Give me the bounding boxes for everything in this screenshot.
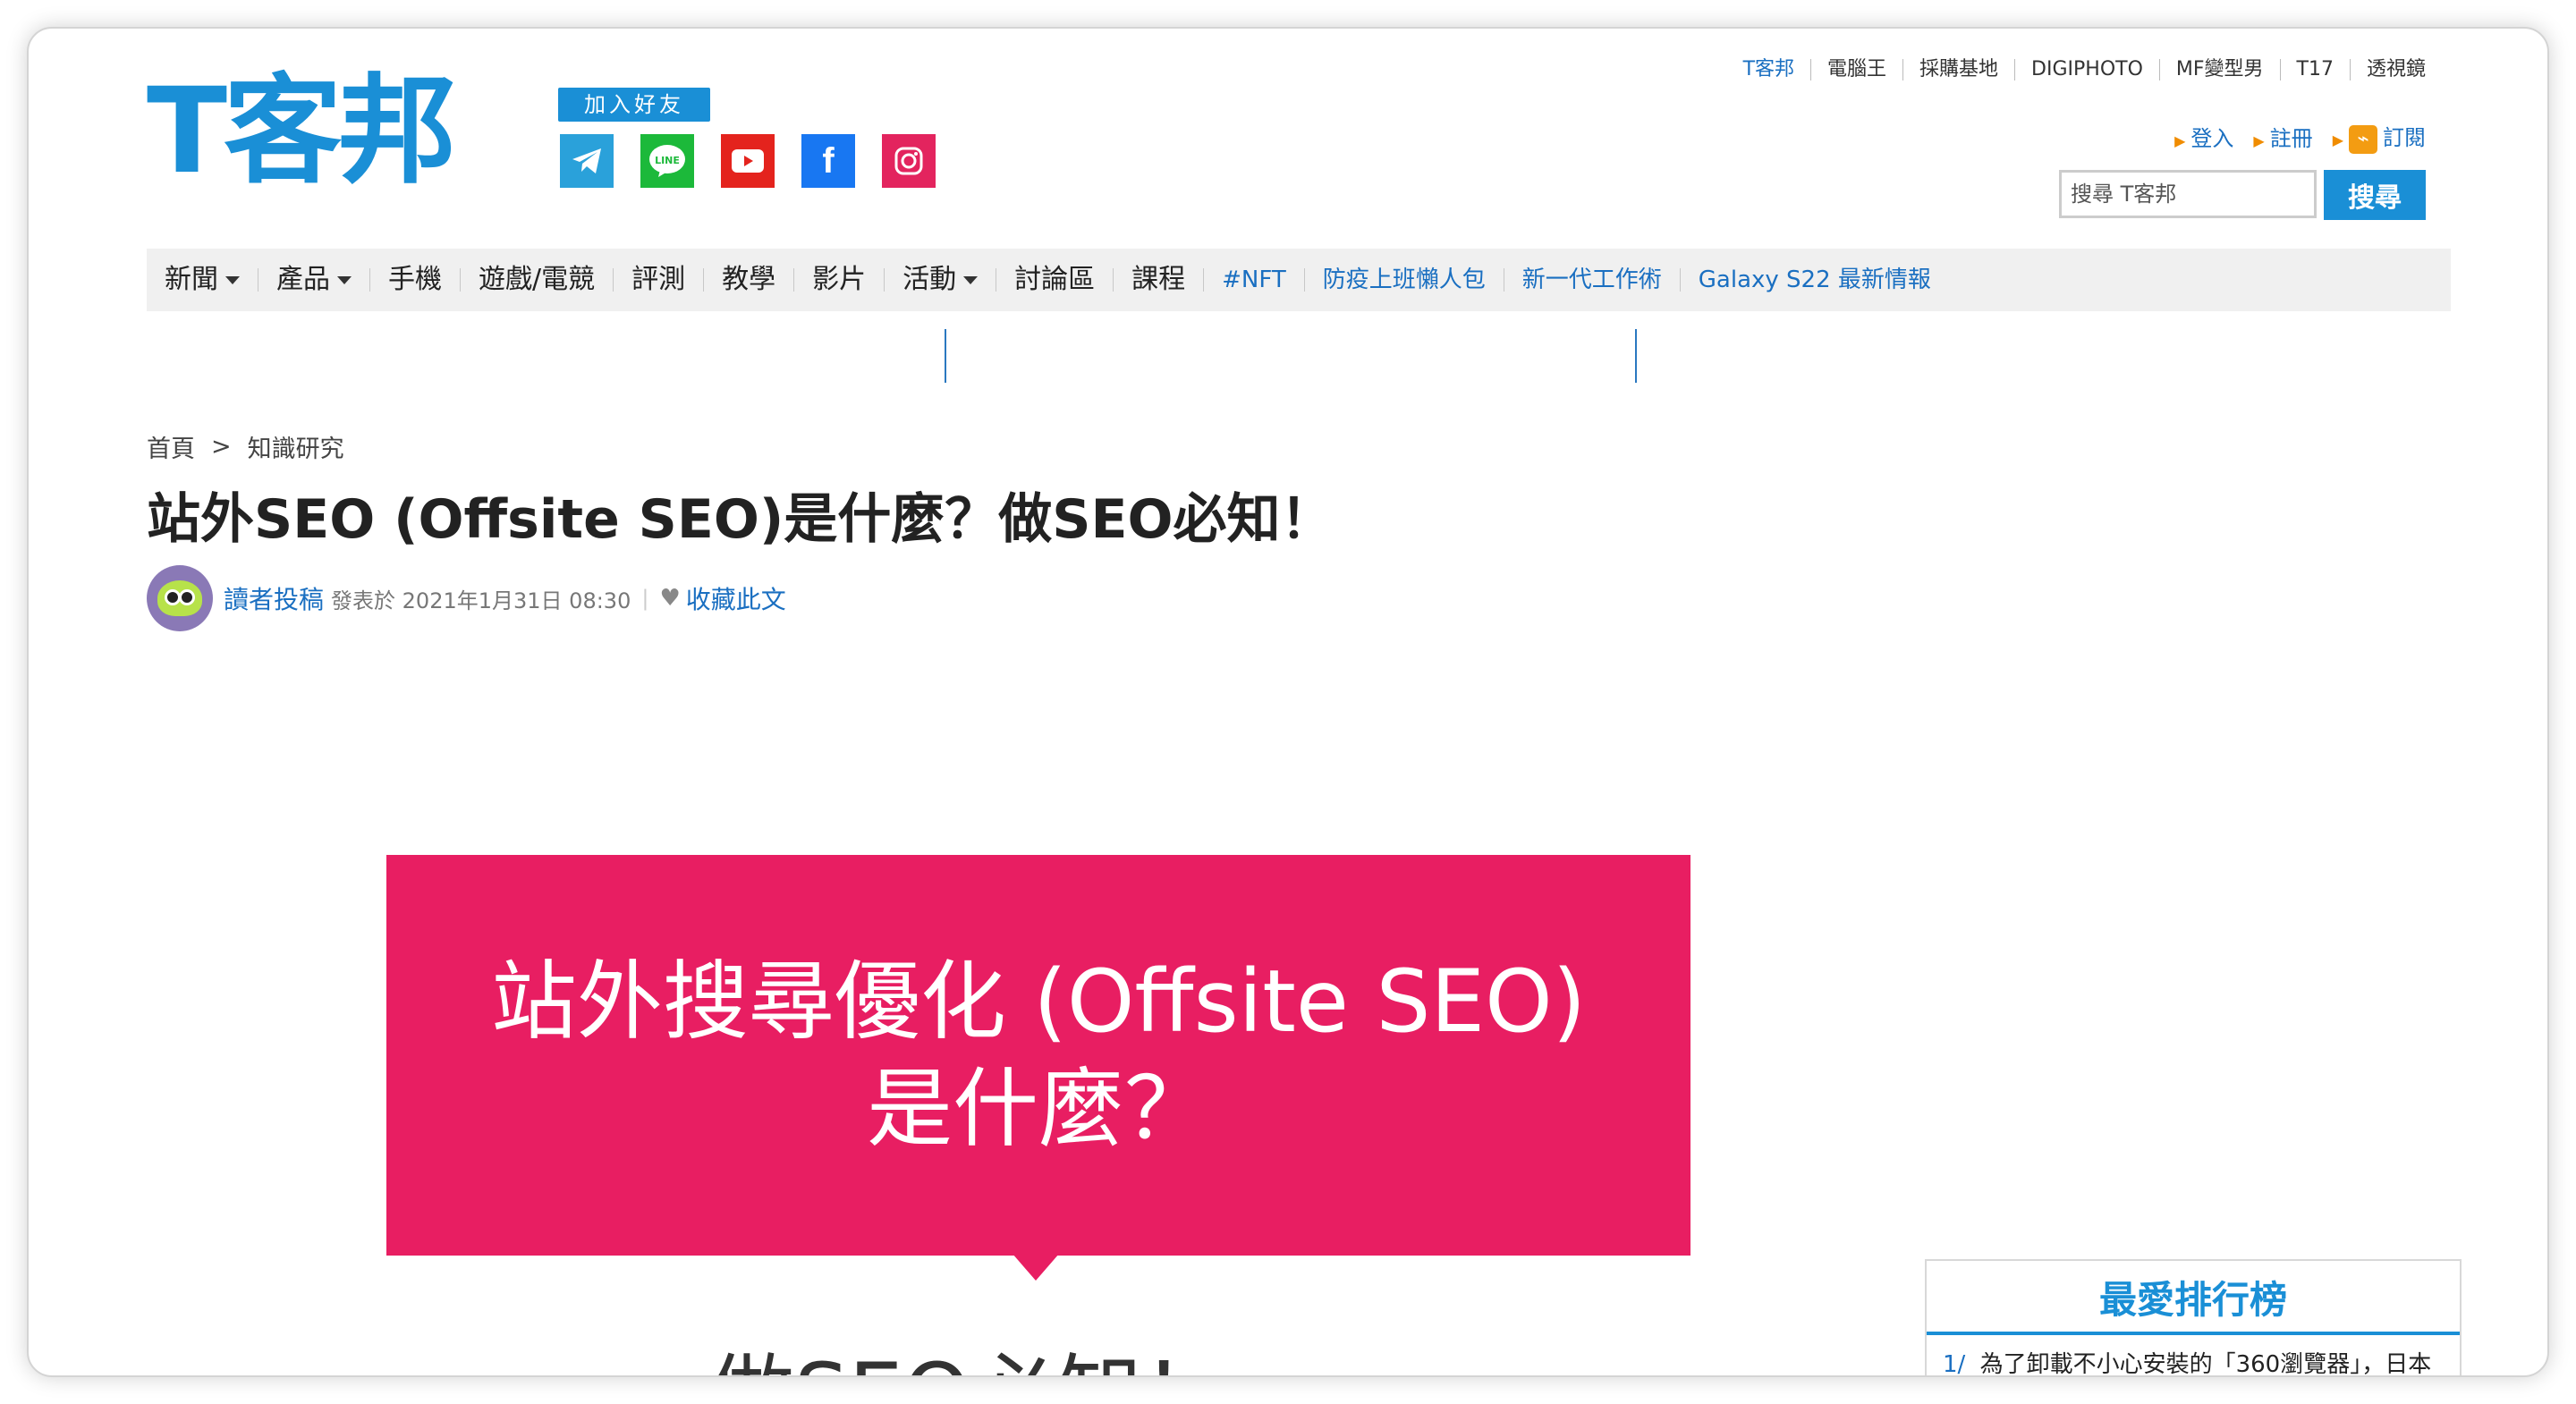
article-meta: 讀者投稿 發表於 2021年1月31日 08:30 | ♥ 收藏此文: [147, 565, 786, 631]
line-icon[interactable]: LINE: [640, 134, 694, 188]
facebook-icon[interactable]: f: [801, 134, 855, 188]
network-link[interactable]: MF變型男: [2160, 59, 2281, 80]
nav-item-label: 課程: [1131, 264, 1186, 295]
nav-item-label: 討論區: [1014, 264, 1096, 295]
nav-item[interactable]: 新一代工作術: [1504, 268, 1681, 292]
instagram-icon[interactable]: [882, 134, 936, 188]
nav-item[interactable]: 防疫上班懶人包: [1305, 268, 1504, 292]
network-link[interactable]: 採購基地: [1903, 59, 2016, 80]
register-link[interactable]: ▶ 註冊: [2253, 121, 2312, 152]
nav-item[interactable]: 教學: [704, 264, 795, 295]
ranking-number: 1/: [1943, 1351, 1966, 1377]
nav-item-label: #NFT: [1222, 266, 1286, 293]
page: T客邦 電腦王 採購基地 DIGIPHOTO MF變型男 T17 透視鏡 T客邦 加入好友 …: [29, 29, 2547, 1377]
network-link[interactable]: T17: [2281, 59, 2351, 80]
nav-item[interactable]: 討論區: [996, 264, 1114, 295]
network-link[interactable]: T客邦: [1727, 59, 1812, 80]
social-links: LINE f: [560, 134, 936, 188]
nav-item[interactable]: #NFT: [1204, 268, 1305, 292]
rss-icon: ⌁: [2349, 124, 2377, 154]
telegram-icon[interactable]: [560, 134, 614, 188]
nav-item-label: 評測: [631, 264, 686, 295]
site-logo[interactable]: T客邦: [147, 72, 456, 190]
nav-item[interactable]: 遊戲/電競: [461, 264, 614, 295]
nav-item-label: 影片: [812, 264, 867, 295]
search-button[interactable]: 搜尋: [2324, 170, 2426, 220]
caret-down-icon: [225, 275, 240, 284]
nav-item[interactable]: 產品: [258, 264, 370, 295]
ad-divider: [945, 329, 946, 383]
search-bar: 搜尋: [2059, 170, 2426, 220]
nav-item[interactable]: 活動: [885, 264, 997, 295]
nav-item[interactable]: 手機: [370, 264, 461, 295]
account-links: ▶ 登入 ▶ 註冊 ▶ ⌁ 訂閱: [2174, 120, 2426, 154]
nav-item-label: 手機: [388, 264, 442, 295]
published-label: 發表於: [331, 588, 396, 613]
favorite-link[interactable]: 收藏此文: [686, 580, 786, 616]
breadcrumb-separator: >: [211, 433, 232, 461]
nav-item[interactable]: 影片: [794, 264, 886, 295]
triangle-right-icon: ▶: [2253, 132, 2265, 150]
hero-line1: 站外搜尋優化 (Offsite SEO): [490, 952, 1587, 1052]
network-link[interactable]: 透視鏡: [2351, 59, 2426, 80]
author-link[interactable]: 讀者投稿: [224, 580, 324, 616]
network-link[interactable]: 電腦王: [1811, 59, 1904, 80]
hero-subtitle: 做SEO必知！: [708, 1325, 1228, 1375]
nav-item-label: 新一代工作術: [1521, 266, 1662, 293]
nav-item[interactable]: Galaxy S22 最新情報: [1681, 268, 1949, 292]
published-date: 2021年1月31日 08:30: [402, 588, 631, 613]
breadcrumb-category[interactable]: 知識研究: [248, 429, 344, 464]
join-friends-label: 加入好友: [558, 88, 710, 122]
svg-text:LINE: LINE: [655, 155, 680, 166]
nav-item-label: 活動: [902, 264, 957, 295]
network-links: T客邦 電腦王 採購基地 DIGIPHOTO MF變型男 T17 透視鏡: [1727, 59, 2426, 80]
ranking-item[interactable]: 1/ 為了卸載不小心安裝的「360瀏覽器」，日本: [1927, 1335, 2460, 1377]
nav-item-label: 教學: [722, 264, 776, 295]
network-link[interactable]: DIGIPHOTO: [2015, 59, 2160, 80]
triangle-right-icon: ▶: [2332, 131, 2343, 148]
login-link[interactable]: ▶ 登入: [2174, 121, 2233, 152]
browser-frame: T客邦 電腦王 採購基地 DIGIPHOTO MF變型男 T17 透視鏡 T客邦 加入好友 …: [27, 27, 2549, 1377]
nav-item-label: Galaxy S22 最新情報: [1698, 266, 1931, 293]
heart-icon[interactable]: ♥: [659, 585, 680, 612]
main-nav: 新聞 產品 手機 遊戲/電競 評測 教學 影片 活動 討論區 課程 #NFT 防疫上班懶人包 新一代工作…: [147, 249, 2451, 311]
hero-line2: 是什麼？: [867, 1059, 1210, 1159]
triangle-right-icon: ▶: [2174, 132, 2186, 150]
ranking-box: 最愛排行榜 1/ 為了卸載不小心安裝的「360瀏覽器」，日本: [1925, 1259, 2462, 1377]
nav-item[interactable]: 評測: [614, 264, 705, 295]
avatar[interactable]: [147, 565, 213, 631]
youtube-icon[interactable]: [721, 134, 775, 188]
nav-item-label: 產品: [276, 264, 330, 295]
breadcrumb: 首頁 > 知識研究: [147, 429, 344, 464]
nav-item-label: 遊戲/電競: [479, 264, 596, 295]
breadcrumb-home[interactable]: 首頁: [147, 429, 195, 464]
ranking-text: 為了卸載不小心安裝的「360瀏覽器」，日本: [1979, 1351, 2432, 1377]
caret-down-icon: [963, 275, 979, 284]
article-title: 站外SEO (Offsite SEO)是什麼？做SEO必知！: [147, 488, 1335, 551]
avatar-face: [157, 580, 202, 616]
nav-item[interactable]: 新聞: [147, 264, 258, 295]
ad-divider: [1635, 329, 1637, 383]
caret-down-icon: [337, 275, 352, 284]
hero-pointer: [1013, 1254, 1059, 1281]
ranking-title: 最愛排行榜: [1927, 1261, 2460, 1335]
nav-item-label: 新聞: [165, 264, 218, 295]
nav-item[interactable]: 課程: [1114, 264, 1205, 295]
subscribe-link[interactable]: ▶ ⌁ 訂閱: [2333, 120, 2426, 154]
hero-image: 站外搜尋優化 (Offsite SEO) 是什麼？: [386, 855, 1690, 1256]
search-input[interactable]: [2059, 170, 2317, 218]
nav-item-label: 防疫上班懶人包: [1322, 266, 1486, 293]
meta-divider: |: [641, 586, 649, 611]
